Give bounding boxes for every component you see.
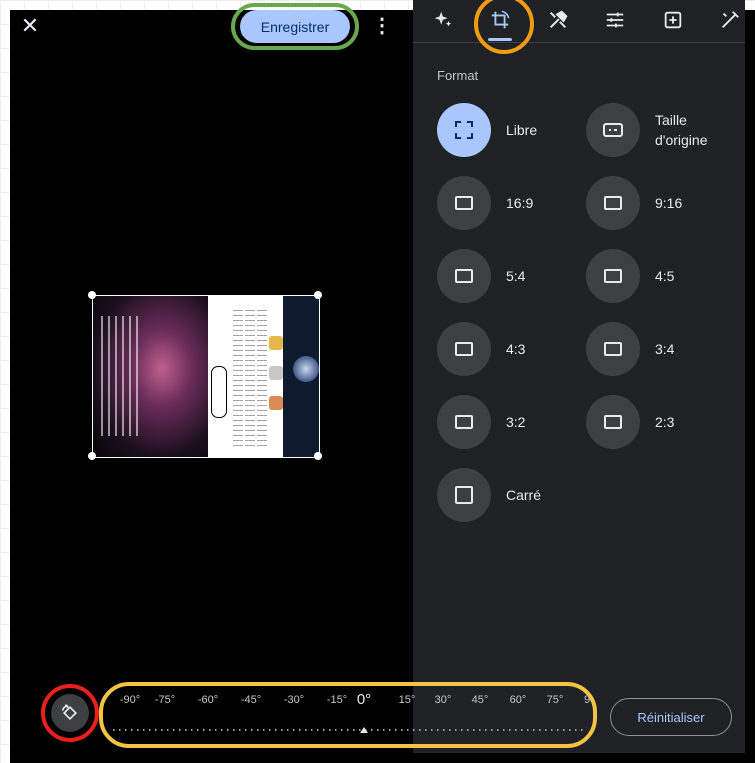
add-frame-icon [664,11,682,29]
rotate-button[interactable] [51,694,89,732]
ruler-tick-label: 45° [471,694,489,706]
reset-button[interactable]: Réinitialiser [610,698,732,736]
crop-area[interactable] [88,291,322,460]
format-option-label: 5:4 [506,268,526,284]
original-size-icon [603,123,623,137]
ruler-tick-label: -60° [197,694,219,706]
ruler-tick-label: 9 [583,694,591,706]
ratio-icon [604,342,622,356]
ruler-ticks [113,729,586,731]
ratio-icon [604,196,622,210]
format-option-4-3[interactable]: 4:3 [437,322,576,376]
ratio-icon [455,342,473,356]
format-option-label: Carré [506,487,542,503]
crop-free-icon [455,121,473,139]
format-option-3-4[interactable]: 3:4 [586,322,725,376]
ruler-tick-label: 60° [509,694,527,706]
magic-sparkle-icon [434,11,452,27]
ruler-current-value: 0° [356,691,372,708]
photo-preview [92,295,320,458]
ruler-position-marker [360,727,368,733]
close-icon: ✕ [20,13,40,38]
format-option-label: 3:4 [655,341,675,357]
ratio-icon [604,269,622,283]
format-option-label: 9:16 [655,195,683,211]
more-vert-icon: ⋮ [372,15,392,37]
ratio-icon [455,269,473,283]
format-option-9-16[interactable]: 9:16 [586,176,725,230]
format-option-label: 4:3 [506,341,526,357]
rotation-ruler-highlight [99,682,597,748]
ruler-tick-label: 75° [546,694,564,706]
save-button[interactable]: Enregistrer [240,10,350,43]
format-heading: Format [437,68,479,83]
more-options-button[interactable]: ⋮ [372,14,392,38]
ruler-tick-label: -75° [154,694,176,706]
ruler-tick-label: 15° [398,694,416,706]
crop-handle-bottom-left[interactable] [88,452,96,460]
adjust-sliders-icon [606,12,624,28]
square-icon [455,486,473,504]
tools-icon [549,10,568,29]
format-option-label: 3:2 [506,414,526,430]
format-option-label: 4:5 [655,268,675,284]
format-option-2-3[interactable]: 2:3 [586,395,725,449]
ratio-icon [455,196,473,210]
ruler-tick-label: -15° [326,694,348,706]
crop-handle-bottom-right[interactable] [314,452,322,460]
toolbar-divider [413,42,745,43]
markup-icon [722,11,739,28]
crop-tool-button[interactable] [486,6,514,34]
format-option-3-2[interactable]: 3:2 [437,395,576,449]
format-option-libre[interactable]: Libre [437,103,576,157]
ratio-icon [604,415,622,429]
ruler-tick-label: -30° [283,694,305,706]
format-option-5-4[interactable]: 5:4 [437,249,576,303]
active-tool-indicator [488,38,512,41]
format-option-square[interactable]: Carré [437,468,576,522]
format-option-4-5[interactable]: 4:5 [586,249,725,303]
ratio-icon [455,415,473,429]
format-option-16-9[interactable]: 16:9 [437,176,576,230]
close-button[interactable]: ✕ [18,14,42,38]
ruler-tick-label: 30° [434,694,452,706]
markup-button[interactable] [716,6,744,34]
format-option-label: Libre [506,122,538,138]
adjust-button[interactable] [601,6,629,34]
format-option-original[interactable]: Taille d'origine [586,103,725,157]
rotate-left-icon [61,704,78,721]
crop-handle-top-right[interactable] [314,291,322,299]
ruler-tick-label: -45° [240,694,262,706]
frame-button[interactable] [659,6,687,34]
crop-handle-top-left[interactable] [88,291,96,299]
tools-button[interactable] [544,6,572,34]
format-option-label: 16:9 [506,195,534,211]
format-option-label: 2:3 [655,414,675,430]
format-option-label: Taille d'origine [655,112,708,148]
crop-rotate-icon [491,10,510,29]
ruler-tick-label: -90° [119,694,141,706]
magic-tool-button[interactable] [429,6,457,34]
